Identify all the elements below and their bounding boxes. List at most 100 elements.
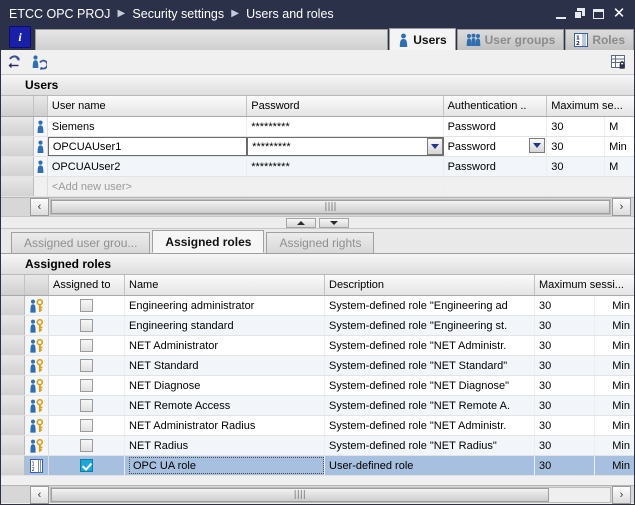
table-row[interactable]: NET Administrator Radius System-defined r… bbox=[1, 416, 634, 436]
scroll-right-button[interactable]: › bbox=[612, 485, 631, 504]
roles-cell-name[interactable]: NET Diagnose bbox=[125, 376, 325, 395]
users-horizontal-scrollbar[interactable]: ‹ |||| › bbox=[1, 197, 634, 216]
panel-splitter[interactable] bbox=[1, 216, 634, 229]
authentication-dropdown-button[interactable] bbox=[529, 138, 546, 153]
roles-scroll-thumb[interactable]: |||| bbox=[51, 487, 549, 502]
assigned-to-checkbox-cell[interactable] bbox=[49, 296, 125, 315]
info-icon[interactable]: i bbox=[9, 26, 31, 48]
users-header-password[interactable]: Password bbox=[247, 96, 444, 116]
assigned-to-checkbox[interactable] bbox=[80, 399, 93, 412]
roles-cell-name[interactable]: NET Administrator bbox=[125, 336, 325, 355]
users-header-authentication[interactable]: Authentication .. bbox=[444, 96, 548, 116]
refresh-user-icon[interactable] bbox=[31, 54, 47, 70]
roles-cell-name[interactable]: NET Radius bbox=[125, 436, 325, 455]
roles-cell-max-session[interactable]: 30 bbox=[535, 316, 595, 335]
tab-assigned-user-groups[interactable]: Assigned user grou... bbox=[11, 232, 151, 253]
roles-header-max-session[interactable]: Maximum sessi... bbox=[535, 275, 634, 295]
users-cell-user-name[interactable]: OPCUAUser2 bbox=[48, 157, 248, 176]
users-cell-max-session[interactable]: 30 bbox=[547, 157, 606, 176]
users-cell-password[interactable]: ********* bbox=[247, 117, 444, 136]
users-cell-authentication[interactable]: Password bbox=[444, 157, 548, 176]
users-cell-password-editor[interactable]: ********* bbox=[247, 137, 444, 156]
table-row[interactable]: OPCUAUser1 ********* Password 30 Min bbox=[1, 137, 634, 157]
table-row[interactable]: Engineering administrator System-defined … bbox=[1, 296, 634, 316]
assigned-to-checkbox[interactable] bbox=[80, 299, 93, 312]
breadcrumb-item-security-settings[interactable]: Security settings bbox=[132, 7, 224, 21]
assigned-to-checkbox[interactable] bbox=[80, 379, 93, 392]
roles-cell-max-session[interactable]: 30 bbox=[535, 436, 595, 455]
roles-scroll-track[interactable]: |||| bbox=[50, 486, 611, 503]
users-cell-max-session[interactable]: 30 bbox=[547, 137, 606, 156]
users-scroll-thumb[interactable]: |||| bbox=[51, 200, 610, 214]
add-new-user-label[interactable]: <Add new user> bbox=[47, 177, 248, 196]
password-dropdown-button[interactable] bbox=[426, 138, 443, 155]
roles-header-description[interactable]: Description bbox=[325, 275, 535, 295]
roles-cell-max-session[interactable]: 30 bbox=[535, 296, 595, 315]
assigned-to-checkbox-cell[interactable] bbox=[49, 416, 125, 435]
roles-header-assigned-to[interactable]: Assigned to bbox=[49, 275, 125, 295]
users-cell-max-session[interactable]: 30 bbox=[547, 117, 606, 136]
assigned-to-checkbox[interactable] bbox=[80, 319, 93, 332]
users-cell-user-name[interactable]: Siemens bbox=[48, 117, 248, 136]
users-header-max-session[interactable]: Maximum se... bbox=[547, 96, 634, 116]
assigned-to-checkbox[interactable] bbox=[80, 339, 93, 352]
assigned-to-checkbox[interactable] bbox=[80, 359, 93, 372]
assigned-to-checkbox-cell[interactable] bbox=[49, 376, 125, 395]
roles-cell-name[interactable]: NET Administrator Radius bbox=[125, 416, 325, 435]
table-row[interactable]: OPCUAUser2 ********* Password 30 M bbox=[1, 157, 634, 177]
roles-cell-max-session[interactable]: 30 bbox=[535, 396, 595, 415]
assigned-to-checkbox-cell[interactable] bbox=[49, 356, 125, 375]
assigned-to-checkbox-cell[interactable] bbox=[49, 456, 125, 475]
roles-cell-name[interactable]: NET Standard bbox=[125, 356, 325, 375]
roles-name-editor[interactable]: OPC UA role bbox=[129, 457, 324, 474]
table-row[interactable]: NET Remote Access System-defined role "NE… bbox=[1, 396, 634, 416]
tab-assigned-rights[interactable]: Assigned rights bbox=[266, 232, 375, 253]
add-new-user-row[interactable]: <Add new user> bbox=[1, 177, 634, 197]
roles-cell-name[interactable]: NET Remote Access bbox=[125, 396, 325, 415]
table-lock-icon[interactable] bbox=[610, 54, 628, 71]
assigned-to-checkbox-cell[interactable] bbox=[49, 336, 125, 355]
table-row[interactable]: NET Standard System-defined role "NET Sta… bbox=[1, 356, 634, 376]
assigned-to-checkbox[interactable] bbox=[80, 439, 93, 452]
scroll-left-button[interactable]: ‹ bbox=[30, 485, 49, 504]
breadcrumb-item-project[interactable]: ETCC OPC PROJ bbox=[9, 7, 110, 21]
users-header-user-name[interactable]: User name bbox=[48, 96, 248, 116]
scroll-left-button[interactable]: ‹ bbox=[30, 198, 49, 216]
splitter-collapse-up-button[interactable] bbox=[286, 217, 316, 228]
tab-user-groups[interactable]: User groups bbox=[456, 29, 565, 50]
tab-users[interactable]: Users bbox=[389, 28, 456, 50]
assigned-to-checkbox-cell[interactable] bbox=[49, 436, 125, 455]
assigned-to-checkbox[interactable] bbox=[80, 419, 93, 432]
users-scroll-track[interactable]: |||| bbox=[50, 199, 611, 215]
splitter-collapse-down-button[interactable] bbox=[319, 217, 349, 228]
roles-cell-max-session[interactable]: 30 bbox=[535, 416, 595, 435]
maximize-button-icon[interactable] bbox=[593, 8, 605, 20]
roles-cell-max-session[interactable]: 30 bbox=[535, 336, 595, 355]
table-row[interactable]: 1 2 OPC UA role User-defined role 30 Min bbox=[1, 456, 634, 476]
table-row[interactable]: NET Radius System-defined role "NET Radiu… bbox=[1, 436, 634, 456]
scroll-right-button[interactable]: › bbox=[612, 198, 631, 216]
table-row[interactable]: Siemens ********* Password 30 M bbox=[1, 117, 634, 137]
roles-header-name[interactable]: Name bbox=[125, 275, 325, 295]
assigned-to-checkbox-cell[interactable] bbox=[49, 396, 125, 415]
roles-cell-max-session[interactable]: 30 bbox=[535, 376, 595, 395]
roles-cell-name[interactable]: Engineering administrator bbox=[125, 296, 325, 315]
close-button-icon[interactable]: ✕ bbox=[612, 5, 626, 21]
minimize-button-icon[interactable] bbox=[555, 8, 567, 20]
users-cell-authentication[interactable]: Password bbox=[444, 137, 548, 156]
table-row[interactable]: NET Diagnose System-defined role "NET Dia… bbox=[1, 376, 634, 396]
table-row[interactable]: Engineering standard System-defined role … bbox=[1, 316, 634, 336]
breadcrumb-item-users-and-roles[interactable]: Users and roles bbox=[246, 7, 334, 21]
users-cell-authentication[interactable]: Password bbox=[444, 117, 548, 136]
roles-cell-name[interactable]: Engineering standard bbox=[125, 316, 325, 335]
roles-cell-name[interactable]: OPC UA role bbox=[125, 456, 325, 475]
users-cell-user-name-editor[interactable]: OPCUAUser1 bbox=[47, 137, 248, 156]
sync-users-icon[interactable] bbox=[7, 54, 23, 70]
users-cell-password[interactable]: ********* bbox=[247, 157, 444, 176]
table-row[interactable]: NET Administrator System-defined role "NE… bbox=[1, 336, 634, 356]
roles-cell-max-session[interactable]: 30 bbox=[535, 356, 595, 375]
assigned-to-checkbox[interactable] bbox=[80, 459, 93, 472]
roles-cell-max-session[interactable]: 30 bbox=[535, 456, 595, 475]
roles-horizontal-scrollbar[interactable]: ‹ |||| › bbox=[1, 485, 634, 504]
assigned-to-checkbox-cell[interactable] bbox=[49, 316, 125, 335]
